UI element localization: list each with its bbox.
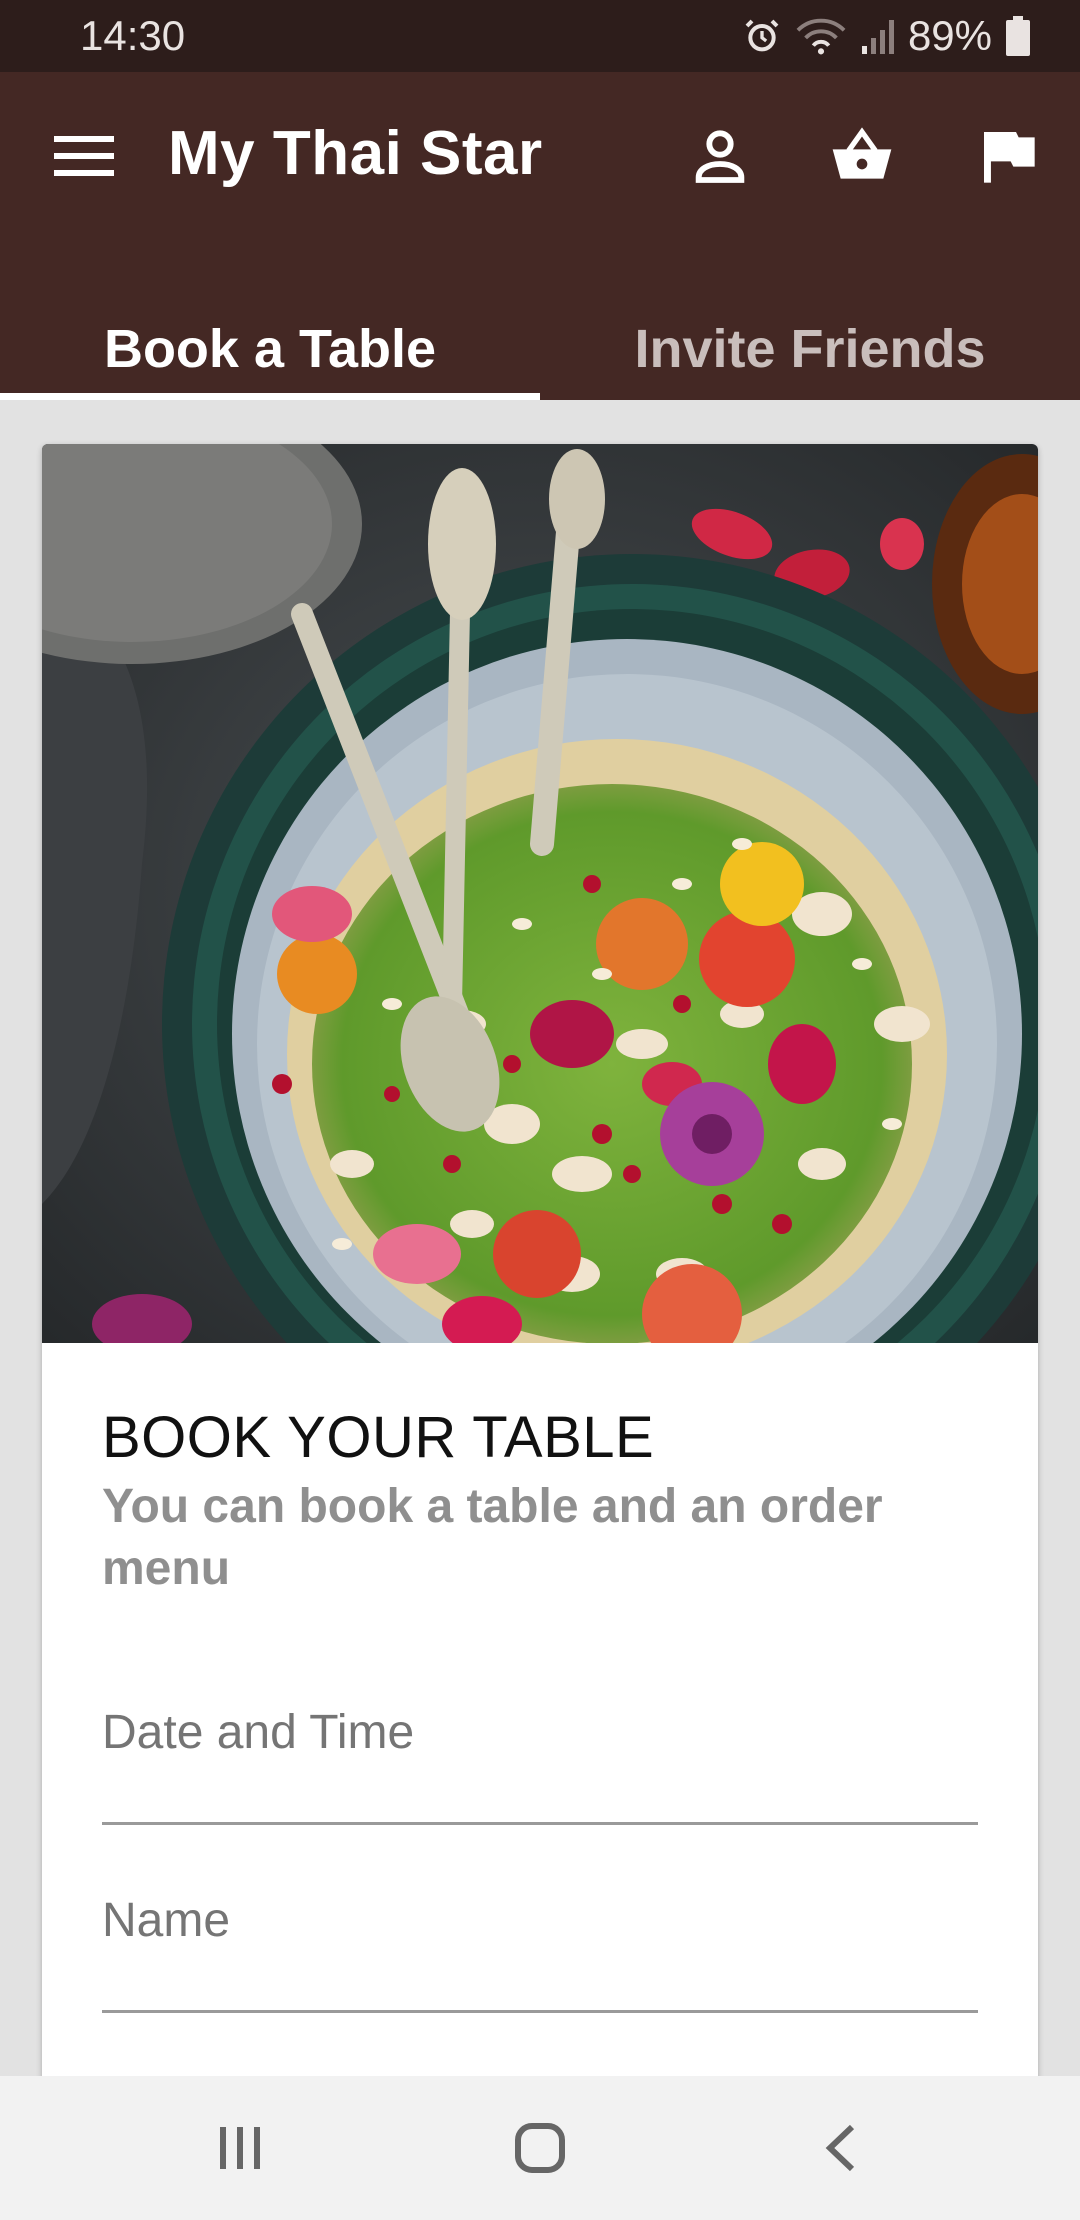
name-input[interactable]: [102, 1860, 978, 1980]
menu-icon[interactable]: [54, 132, 114, 180]
home-button[interactable]: [480, 2088, 600, 2208]
recent-apps-button[interactable]: [180, 2088, 300, 2208]
back-icon: [825, 2124, 855, 2172]
toolbar: My Thai Star: [0, 72, 1080, 238]
booking-form: [102, 1672, 978, 2094]
tab-book-a-table[interactable]: Book a Table: [0, 298, 540, 400]
card-title: BOOK YOUR TABLE: [102, 1405, 655, 1470]
app-bar: My Thai Star Book a Table Invite Friends: [0, 72, 1080, 400]
tab-label: Invite Friends: [634, 319, 986, 379]
food-bowl-image: [42, 444, 1038, 1343]
name-field: [102, 1860, 978, 2048]
field-underline: [102, 1822, 978, 1825]
app-title: My Thai Star: [168, 119, 543, 188]
account-icon[interactable]: [688, 124, 752, 188]
booking-card: BOOK YOUR TABLE You can book a table and…: [42, 444, 1038, 2094]
status-icons: 89%: [742, 12, 1030, 60]
back-button[interactable]: [780, 2088, 900, 2208]
date-time-input[interactable]: [102, 1672, 978, 1792]
card-header: BOOK YOUR TABLE You can book a table and…: [102, 1406, 978, 1600]
wifi-icon: [796, 18, 846, 55]
status-bar: 14:30 89%: [0, 0, 1080, 72]
tab-invite-friends[interactable]: Invite Friends: [540, 298, 1080, 400]
tab-bar: Book a Table Invite Friends: [0, 298, 1080, 400]
field-underline: [102, 2010, 978, 2013]
recent-apps-icon: [220, 2127, 260, 2169]
basket-icon[interactable]: [830, 124, 894, 188]
status-time: 14:30: [80, 12, 186, 59]
signal-icon: [861, 20, 894, 54]
battery-icon: [1006, 16, 1030, 56]
flag-icon[interactable]: [976, 124, 1040, 188]
tab-label: Book a Table: [103, 319, 437, 379]
home-icon: [515, 2123, 565, 2173]
active-tab-indicator: [0, 393, 540, 400]
battery-percent: 89%: [907, 12, 992, 59]
alarm-icon: [745, 19, 779, 52]
system-nav-bar: [0, 2076, 1080, 2220]
card-subtitle: You can book a table and an order menu: [102, 1480, 883, 1595]
date-time-field: [102, 1672, 978, 1860]
